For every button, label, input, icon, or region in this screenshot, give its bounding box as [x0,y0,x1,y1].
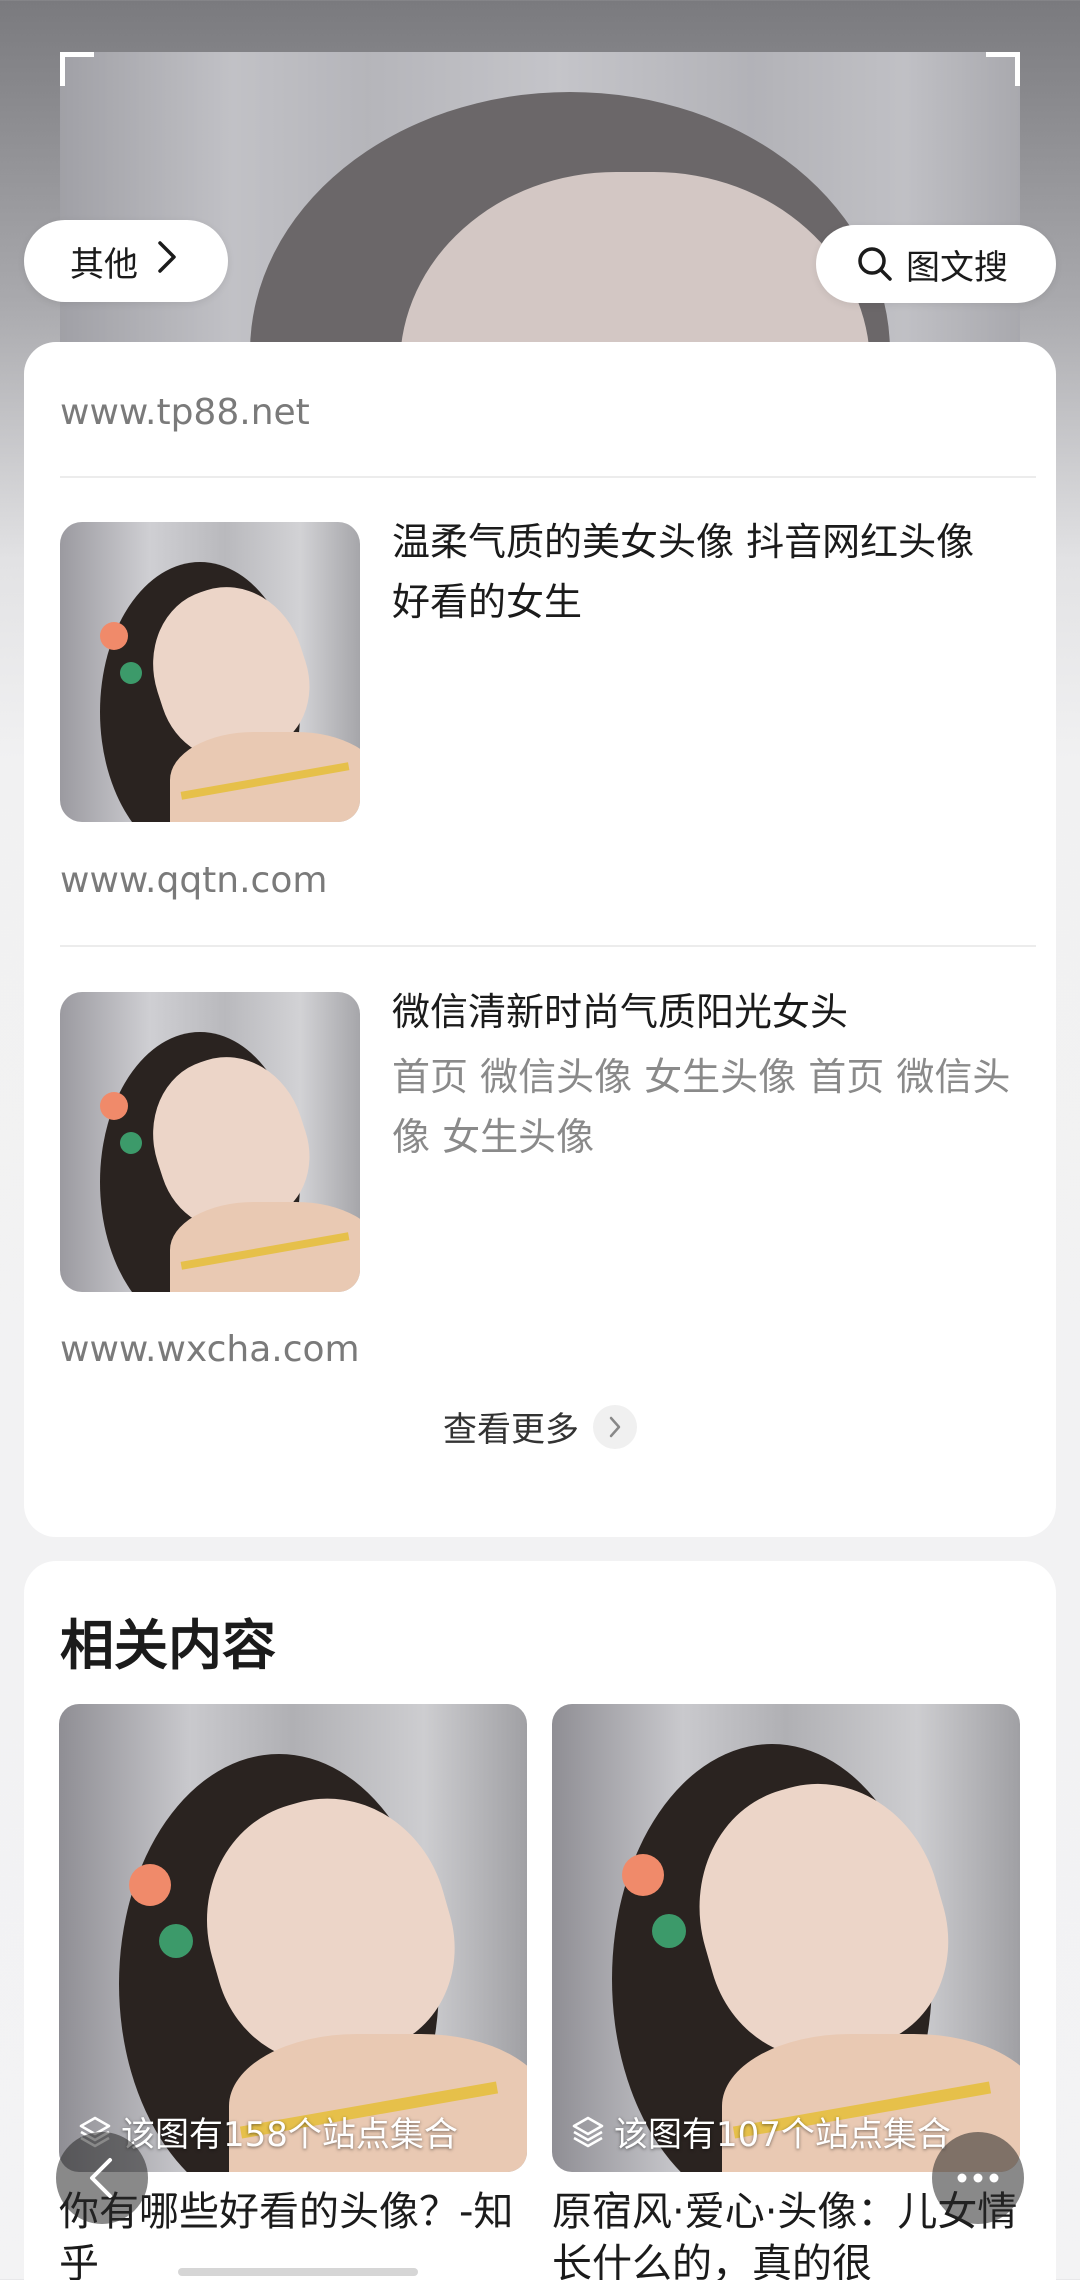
search-icon [858,247,892,281]
result-source[interactable]: www.wxcha.com [60,1329,360,1370]
more-menu-button[interactable] [932,2132,1024,2224]
scroll-indicator [178,2268,418,2276]
result-source[interactable]: www.qqtn.com [60,860,327,901]
crop-corner-top-left[interactable] [60,52,94,86]
view-more-button[interactable]: 查看更多 [24,1402,1056,1451]
result-title[interactable]: 微信清新时尚气质阳光女头 [392,982,1012,1042]
search-results-card: www.tp88.net 温柔气质的美女头像 抖音网红头像好看的女生 www.q… [24,342,1056,1537]
site-count-label: 该图有158个站点集合 [121,2115,458,2155]
back-arrow-icon [90,2158,112,2198]
category-label: 其他 [70,244,138,285]
site-count-label: 该图有107个站点集合 [614,2115,951,2155]
view-more-label: 查看更多 [443,1410,579,1450]
crop-corner-top-right[interactable] [986,52,1020,86]
related-content-card: 相关内容 该图有158个站点集合 你有哪些好看的头像？-知乎 该图有107个站点… [24,1561,1056,2280]
section-title: 相关内容 [60,1614,276,1677]
related-image[interactable]: 该图有158个站点集合 [59,1704,527,2172]
chevron-right-icon [593,1404,637,1449]
divider [60,945,1036,947]
result-thumbnail[interactable] [60,522,360,822]
site-count-badge: 该图有107个站点集合 [570,2107,951,2156]
result-description: 首页 微信头像 女生头像 首页 微信头像 女生头像 [392,1055,1011,1159]
result-thumbnail[interactable] [60,992,360,1292]
search-label: 图文搜 [906,247,1008,288]
image-preview[interactable] [60,52,1020,352]
result-source[interactable]: www.tp88.net [60,392,310,433]
more-dots-icon [957,2173,999,2183]
divider [60,476,1036,478]
category-button[interactable]: 其他 [24,220,228,302]
chevron-right-icon [156,240,178,283]
image-text-search-button[interactable]: 图文搜 [816,225,1056,303]
layers-icon [572,2116,604,2147]
related-image[interactable]: 该图有107个站点集合 [552,1704,1020,2172]
result-title[interactable]: 温柔气质的美女头像 抖音网红头像好看的女生 [392,512,1012,632]
back-button[interactable] [56,2132,148,2224]
